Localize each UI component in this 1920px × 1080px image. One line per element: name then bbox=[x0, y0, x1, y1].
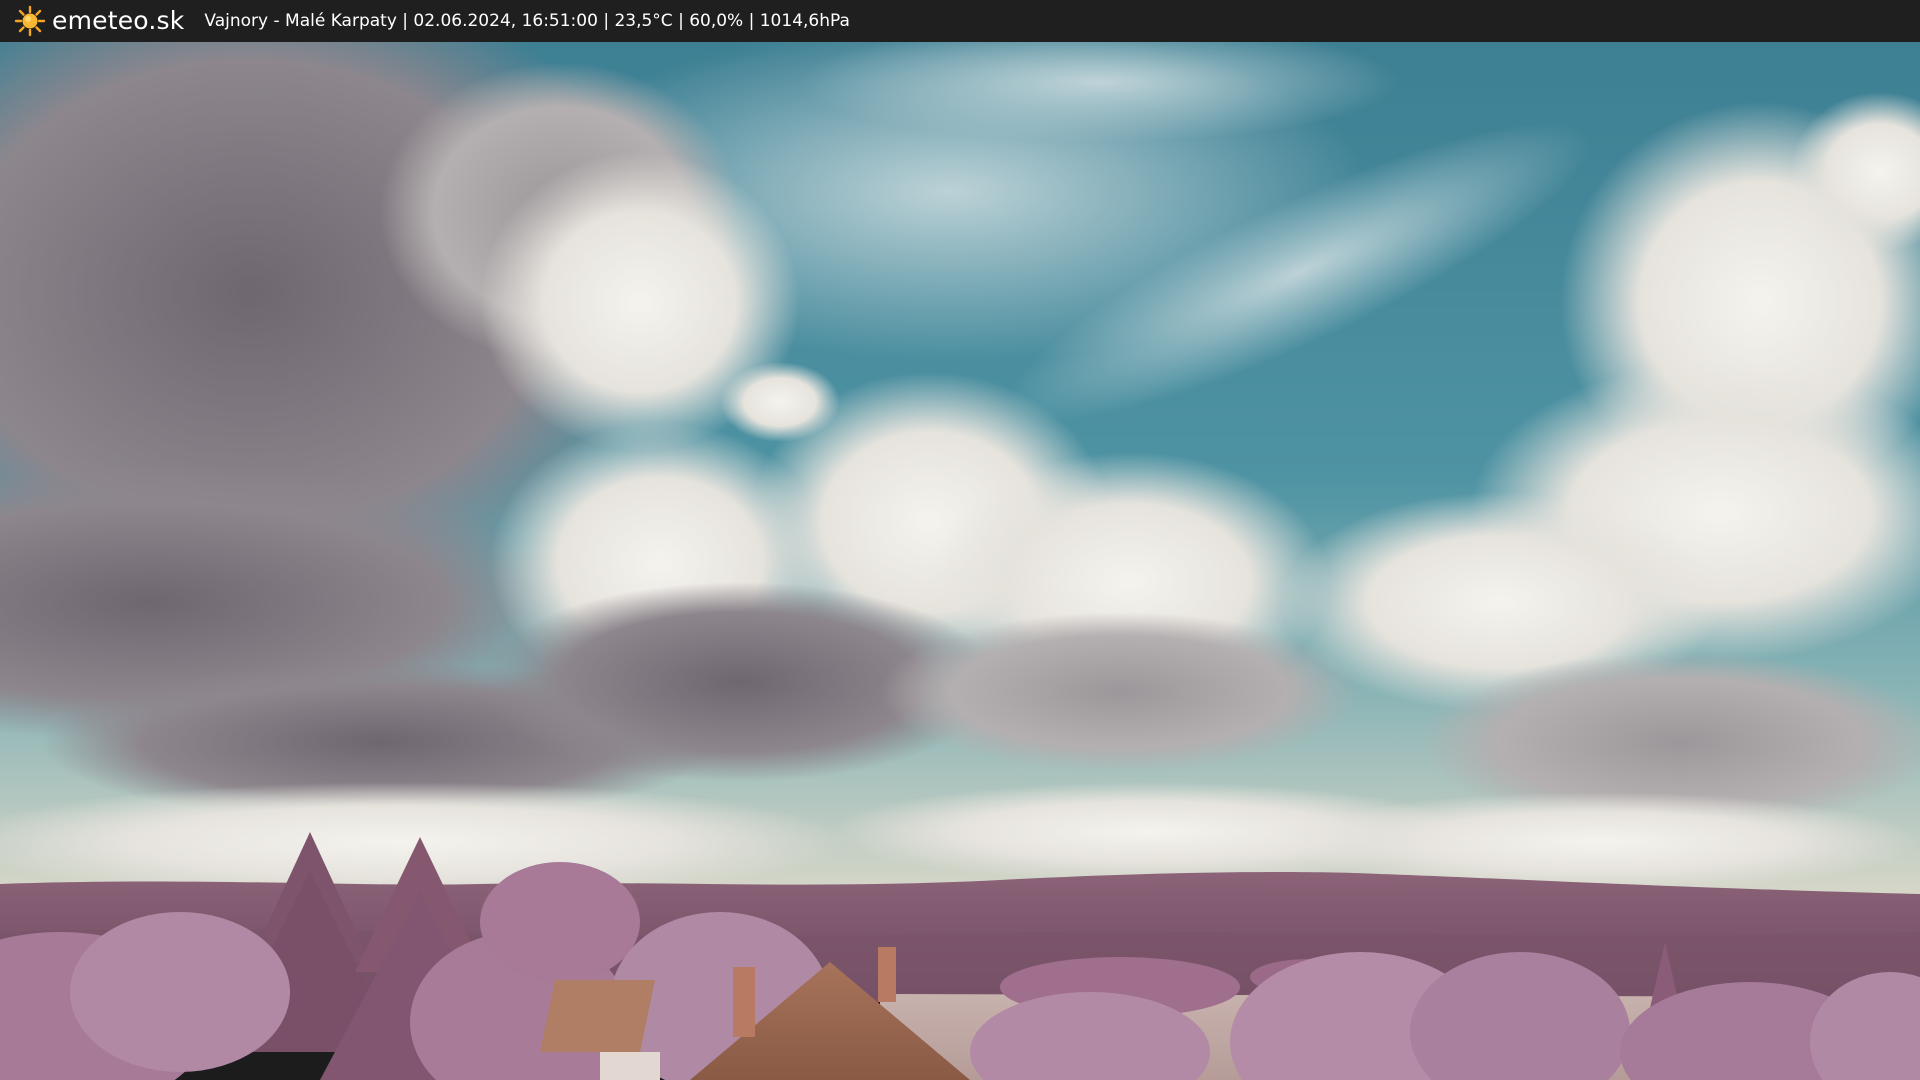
webcam-image bbox=[0, 42, 1920, 1080]
sun-icon bbox=[14, 5, 46, 37]
site-logo[interactable]: emeteo.sk bbox=[14, 5, 184, 37]
site-name[interactable]: emeteo.sk bbox=[52, 6, 184, 35]
station-info: Vajnory - Malé Karpaty | 02.06.2024, 16:… bbox=[204, 11, 850, 31]
header-bar: emeteo.sk Vajnory - Malé Karpaty | 02.06… bbox=[0, 0, 1920, 42]
